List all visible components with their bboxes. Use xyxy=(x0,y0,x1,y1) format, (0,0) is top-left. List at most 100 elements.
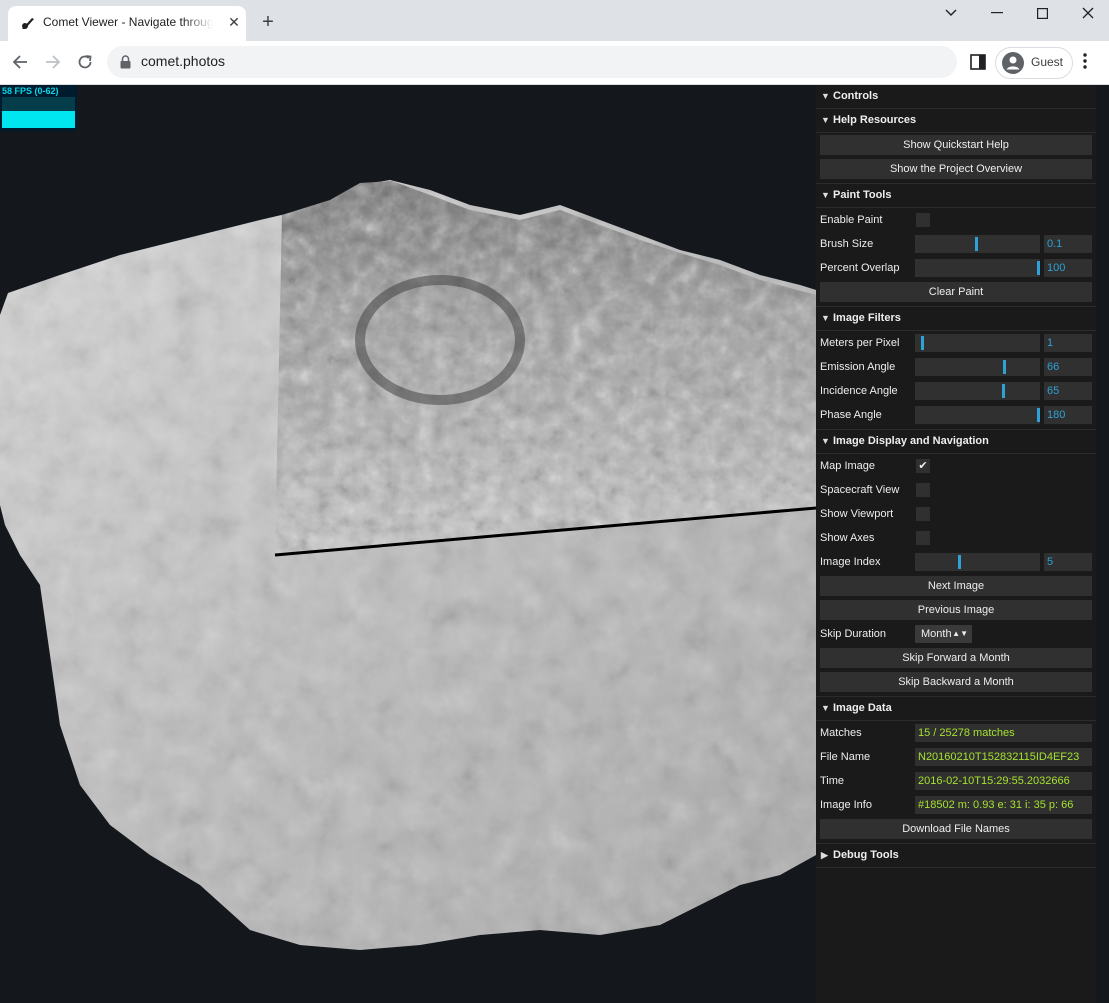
slider-handle[interactable] xyxy=(921,336,924,350)
image-info-field[interactable]: #18502 m: 0.93 e: 31 i: 35 p: 66 xyxy=(915,796,1092,814)
new-tab-button[interactable]: + xyxy=(258,12,278,32)
chevron-down-icon: ▼ xyxy=(821,91,830,101)
spacecraft-view-checkbox[interactable] xyxy=(916,483,930,497)
tab-close-icon[interactable]: ✕ xyxy=(226,14,242,30)
skip-duration-select[interactable]: Month ▲▼ xyxy=(915,625,972,643)
folder-title: Image Filters xyxy=(833,312,901,324)
folder-title: Image Data xyxy=(833,702,892,714)
show-overview-button[interactable]: Show the Project Overview xyxy=(820,159,1092,179)
matches-label: Matches xyxy=(820,727,862,739)
map-image-checkbox[interactable]: ✔ xyxy=(916,459,930,473)
percent-overlap-label: Percent Overlap xyxy=(820,262,900,274)
image-index-label: Image Index xyxy=(820,556,881,568)
incidence-angle-input[interactable]: 65 xyxy=(1044,382,1092,400)
next-image-button[interactable]: Next Image xyxy=(820,576,1092,596)
brush-size-slider[interactable] xyxy=(915,235,1040,253)
slider-handle[interactable] xyxy=(975,237,978,251)
forward-arrow-icon[interactable] xyxy=(42,51,64,73)
phase-angle-slider[interactable] xyxy=(915,406,1040,424)
comet-viewport[interactable]: 58 FPS (0-62) ▼ Controls ▼ Help Resources … xyxy=(0,85,1109,1003)
minimize-icon[interactable] xyxy=(982,4,1012,22)
enable-paint-checkbox[interactable] xyxy=(916,213,930,227)
kebab-menu-icon[interactable] xyxy=(1083,53,1087,69)
close-window-icon[interactable] xyxy=(1073,4,1103,22)
matches-field[interactable]: 15 / 25278 matches xyxy=(915,724,1092,742)
meters-per-pixel-label: Meters per Pixel xyxy=(820,337,900,349)
browser-toolbar: comet.photos Guest xyxy=(0,41,1109,85)
incidence-angle-slider[interactable] xyxy=(915,382,1040,400)
skip-duration-value: Month xyxy=(921,628,952,640)
show-axes-checkbox[interactable] xyxy=(916,531,930,545)
percent-overlap-slider[interactable] xyxy=(915,259,1040,277)
chevron-down-icon: ▼ xyxy=(821,703,830,713)
brush-size-label: Brush Size xyxy=(820,238,874,250)
slider-handle[interactable] xyxy=(1003,360,1006,374)
meters-per-pixel-input[interactable]: 1 xyxy=(1044,334,1092,352)
folder-paint-tools[interactable]: ▼ Paint Tools xyxy=(816,184,1096,208)
folder-title: Controls xyxy=(833,90,879,102)
image-info-label: Image Info xyxy=(820,799,872,811)
folder-debug-tools[interactable]: ▶ Debug Tools xyxy=(816,844,1096,868)
folder-title: Image Display and Navigation xyxy=(833,435,989,447)
slider-handle[interactable] xyxy=(1002,384,1005,398)
browser-tab[interactable]: Comet Viewer - Navigate through ✕ xyxy=(8,6,246,41)
slider-handle[interactable] xyxy=(1037,261,1040,275)
folder-title: Paint Tools xyxy=(833,189,892,201)
folder-controls[interactable]: ▼ Controls xyxy=(816,85,1096,109)
image-index-input[interactable]: 5 xyxy=(1044,553,1092,571)
file-name-label: File Name xyxy=(820,751,871,763)
skip-duration-label: Skip Duration xyxy=(820,628,887,640)
incidence-angle-label: Incidence Angle xyxy=(820,385,898,397)
show-axes-label: Show Axes xyxy=(820,532,875,544)
fps-graph xyxy=(2,97,75,128)
clear-paint-button[interactable]: Clear Paint xyxy=(820,282,1092,302)
maximize-icon[interactable] xyxy=(1027,4,1057,22)
fps-graph-fill xyxy=(2,110,75,128)
percent-overlap-input[interactable]: 100 xyxy=(1044,259,1092,277)
time-label: Time xyxy=(820,775,845,787)
fps-label: 58 FPS (0-62) xyxy=(2,86,59,96)
select-arrows-icon: ▲▼ xyxy=(952,629,968,638)
show-viewport-checkbox[interactable] xyxy=(916,507,930,521)
fps-stats-panel[interactable]: 58 FPS (0-62) xyxy=(0,85,77,131)
reload-icon[interactable] xyxy=(74,51,96,73)
show-viewport-label: Show Viewport xyxy=(820,508,894,520)
chevron-down-icon: ▼ xyxy=(821,190,830,200)
tab-search-icon[interactable] xyxy=(936,4,966,22)
address-bar[interactable]: comet.photos xyxy=(107,46,957,78)
show-quickstart-button[interactable]: Show Quickstart Help xyxy=(820,135,1092,155)
emission-angle-input[interactable]: 66 xyxy=(1044,358,1092,376)
chevron-down-icon: ▼ xyxy=(821,313,830,323)
map-image-label: Map Image xyxy=(820,460,876,472)
mapped-image-texture xyxy=(275,181,816,555)
download-file-names-button[interactable]: Download File Names xyxy=(820,819,1092,839)
file-name-field[interactable]: N20160210T152832115ID4EF23 xyxy=(915,748,1092,766)
folder-image-display[interactable]: ▼ Image Display and Navigation xyxy=(816,430,1096,454)
phase-angle-label: Phase Angle xyxy=(820,409,882,421)
skip-forward-button[interactable]: Skip Forward a Month xyxy=(820,648,1092,668)
emission-angle-slider[interactable] xyxy=(915,358,1040,376)
url-text: comet.photos xyxy=(141,53,226,69)
chevron-down-icon: ▼ xyxy=(821,436,830,446)
folder-title: Help Resources xyxy=(833,114,917,126)
spacecraft-view-label: Spacecraft View xyxy=(820,484,900,496)
chevron-right-icon: ▶ xyxy=(821,850,828,860)
folder-image-filters[interactable]: ▼ Image Filters xyxy=(816,307,1096,331)
image-index-slider[interactable] xyxy=(915,553,1040,571)
chevron-down-icon: ▼ xyxy=(821,115,830,125)
folder-help-resources[interactable]: ▼ Help Resources xyxy=(816,109,1096,133)
folder-image-data[interactable]: ▼ Image Data xyxy=(816,697,1096,721)
skip-backward-button[interactable]: Skip Backward a Month xyxy=(820,672,1092,692)
slider-handle[interactable] xyxy=(958,555,961,569)
back-arrow-icon[interactable] xyxy=(9,51,31,73)
brush-size-input[interactable]: 0.1 xyxy=(1044,235,1092,253)
profile-button[interactable]: Guest xyxy=(995,47,1073,79)
tab-title-fade xyxy=(183,12,213,34)
slider-handle[interactable] xyxy=(1037,408,1040,422)
side-panel-icon[interactable] xyxy=(970,54,986,70)
previous-image-button[interactable]: Previous Image xyxy=(820,600,1092,620)
time-field[interactable]: 2016-02-10T15:29:55.2032666 xyxy=(915,772,1092,790)
phase-angle-input[interactable]: 180 xyxy=(1044,406,1092,424)
meters-per-pixel-slider[interactable] xyxy=(915,334,1040,352)
emission-angle-label: Emission Angle xyxy=(820,361,896,373)
